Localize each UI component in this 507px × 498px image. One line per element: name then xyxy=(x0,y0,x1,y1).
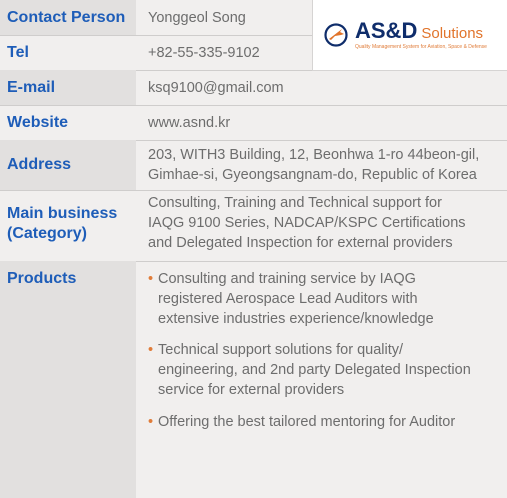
email-value: ksq9100@gmail.com xyxy=(148,79,284,96)
logo-wordmark: AS&D Solutions xyxy=(355,18,483,44)
product-item: • Offering the best tailored mentoring fo… xyxy=(148,412,455,432)
bullet-icon: • xyxy=(148,271,154,287)
product-line: Offering the best tailored mentoring for… xyxy=(158,414,456,430)
contact-person-label: Contact Person xyxy=(0,0,136,35)
main-business-label-line: (Category) xyxy=(7,225,88,242)
business-line: Consulting, Training and Technical suppo… xyxy=(148,195,442,211)
product-item: • Technical support solutions for quality… xyxy=(148,340,471,400)
email-label: E-mail xyxy=(0,70,136,105)
address-line: 203, WITH3 Building, 12, Beonhwa 1-ro 44… xyxy=(148,147,480,163)
products-label: Products xyxy=(0,261,136,498)
bullet-icon: • xyxy=(148,414,154,430)
business-line: and Delegated Inspection for external pr… xyxy=(148,235,453,251)
contact-info-table: Contact Person Yonggeol Song Tel +82-55-… xyxy=(0,0,507,498)
product-line: registered Aerospace Lead Auditors with xyxy=(158,291,418,307)
row-main-business: Main business (Category) Consulting, Tra… xyxy=(0,190,507,262)
bullet-icon: • xyxy=(148,342,154,358)
main-business-value: Consulting, Training and Technical suppo… xyxy=(136,190,507,261)
product-line: Technical support solutions for quality/ xyxy=(158,342,404,358)
website-value: www.asnd.kr xyxy=(148,114,231,131)
address-value: 203, WITH3 Building, 12, Beonhwa 1-ro 44… xyxy=(136,140,507,190)
row-website: Website www.asnd.kr xyxy=(0,105,507,141)
product-item: • Consulting and training service by IAQG… xyxy=(148,269,434,329)
product-line: engineering, and 2nd party Delegated Ins… xyxy=(158,362,471,378)
logo-brand: AS&D xyxy=(355,18,418,43)
main-business-label-line: Main business xyxy=(7,205,118,222)
airplane-globe-icon xyxy=(323,22,349,53)
address-line: Gimhae-si, Gyeongsangnam-do, Republic of… xyxy=(148,167,477,183)
product-line: service for external providers xyxy=(158,382,345,398)
address-label: Address xyxy=(0,140,136,190)
row-address: Address 203, WITH3 Building, 12, Beonhwa… xyxy=(0,140,507,191)
business-line: IAQG 9100 Series, NADCAP/KSPC Certificat… xyxy=(148,215,466,231)
product-line: Consulting and training service by IAQG xyxy=(158,271,416,287)
logo-suffix: Solutions xyxy=(421,25,484,42)
website-label: Website xyxy=(7,113,69,131)
tel-label: Tel xyxy=(7,43,29,61)
logo-tagline: Quality Management System for Aviation, … xyxy=(355,44,487,50)
main-business-label: Main business (Category) xyxy=(0,190,136,261)
company-logo: AS&D Solutions Quality Management System … xyxy=(312,0,507,71)
product-line: extensive industries experience/knowledg… xyxy=(158,311,434,327)
row-email: E-mail ksq9100@gmail.com xyxy=(0,70,507,106)
